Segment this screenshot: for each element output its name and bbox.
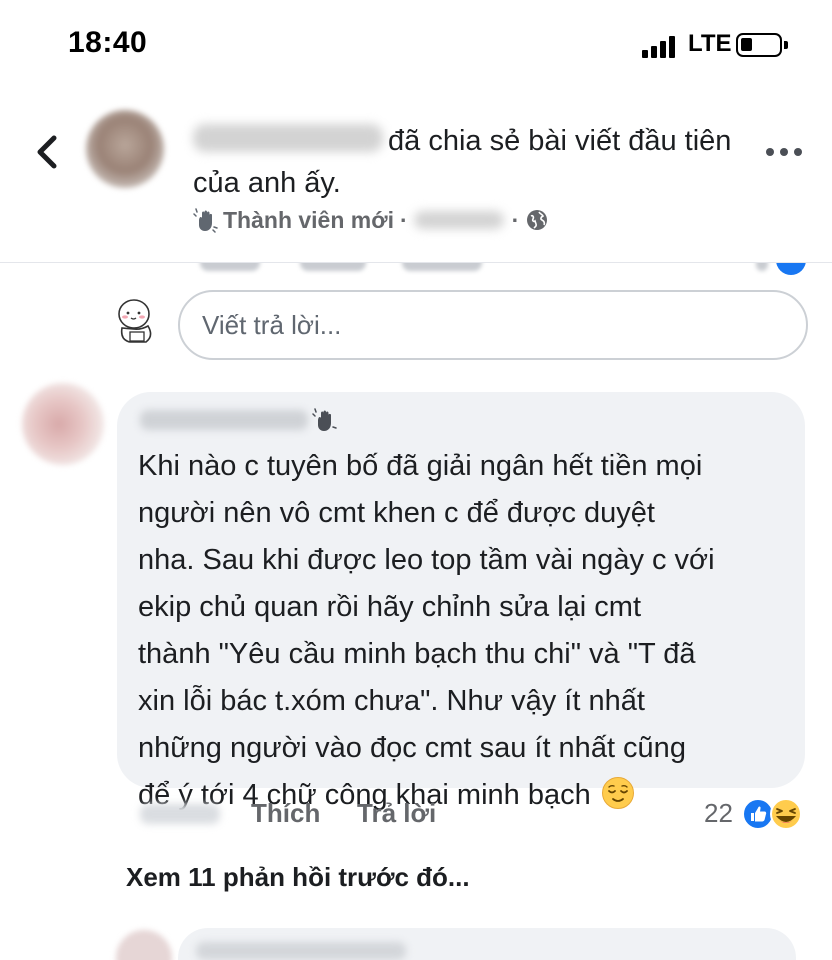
meta-separator: · xyxy=(399,206,408,233)
waving-hand-icon xyxy=(312,408,337,431)
battery-icon xyxy=(736,33,788,57)
meta-separator-2: · xyxy=(511,206,520,233)
globe-icon xyxy=(527,210,548,230)
author-avatar[interactable] xyxy=(86,110,164,188)
comment-time-redacted xyxy=(140,804,220,824)
network-label: LTE xyxy=(688,30,732,57)
status-time: 18:40 xyxy=(68,26,148,59)
previous-comment-actions-cut xyxy=(0,263,832,275)
like-reaction-icon xyxy=(742,798,774,830)
haha-reaction-icon xyxy=(770,798,802,830)
comment-body: Khi nào c tuyên bố đã giải ngân hết tiền… xyxy=(138,443,798,819)
current-user-avatar xyxy=(118,299,152,343)
commenter-avatar[interactable] xyxy=(22,383,104,465)
like-button[interactable]: Thích xyxy=(251,798,320,829)
comment-text: Khi nào c tuyên bố đã giải ngân hết tiền… xyxy=(138,450,715,811)
status-bar: 18:40 LTE xyxy=(0,0,832,90)
chevron-left-icon xyxy=(37,135,57,169)
new-member-badge-label: Thành viên mới xyxy=(223,206,394,233)
next-commenter-avatar[interactable] xyxy=(116,930,172,960)
view-previous-replies-link[interactable]: Xem 11 phản hồi trước đó... xyxy=(126,862,470,893)
post-time-redacted xyxy=(413,211,504,229)
signal-icon xyxy=(642,34,682,58)
next-commenter-name-redacted xyxy=(196,942,406,960)
commenter-name-redacted[interactable] xyxy=(140,410,308,430)
reactions-summary[interactable] xyxy=(742,796,812,832)
waving-hand-icon xyxy=(193,208,218,233)
header-action-text: đã chia sẻ bài viết đầu tiên của anh ấy. xyxy=(193,125,732,199)
battery-level xyxy=(741,38,752,51)
reply-button[interactable]: Trả lời xyxy=(357,798,436,829)
more-horizontal-icon xyxy=(766,148,774,156)
relieved-face-icon xyxy=(601,777,634,809)
back-button[interactable] xyxy=(30,128,66,176)
reaction-count[interactable]: 22 xyxy=(704,798,733,829)
reply-input-placeholder: Viết trả lời... xyxy=(202,309,342,340)
header-meta: Thành viên mới · · xyxy=(193,203,549,237)
more-options-button[interactable] xyxy=(766,142,802,162)
reply-input[interactable]: Viết trả lời... xyxy=(178,290,808,360)
